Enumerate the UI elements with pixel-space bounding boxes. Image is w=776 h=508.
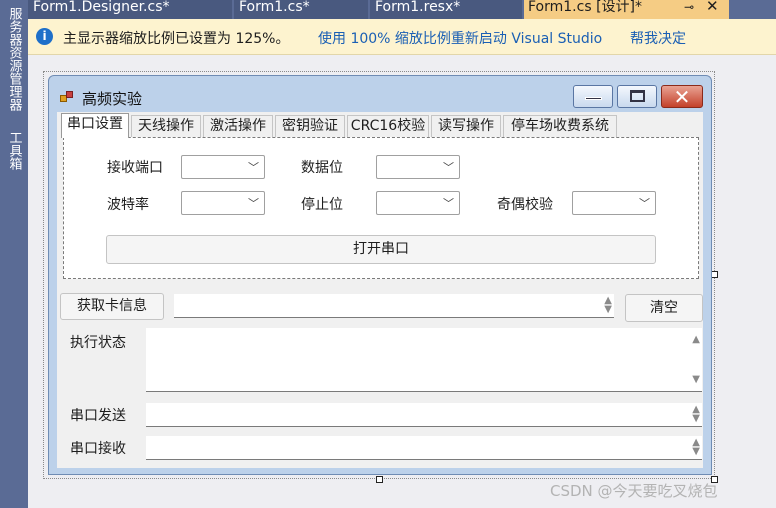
chevron-down-icon: ﹀ — [248, 161, 259, 174]
status-label: 执行状态 — [70, 335, 126, 351]
tab-key-verify[interactable]: 密钥验证 — [275, 115, 345, 137]
send-label: 串口发送 — [70, 408, 126, 424]
restart-at-100-link[interactable]: 使用 100% 缩放比例重新启动 Visual Studio — [318, 28, 602, 48]
tab-activation[interactable]: 激活操作 — [203, 115, 273, 137]
tab-parking[interactable]: 停车场收费系统 — [503, 115, 617, 137]
info-message: 主显示器缩放比例已设置为 125%。 — [63, 31, 290, 47]
chevron-down-icon: ﹀ — [443, 161, 454, 174]
scroll-down-icon[interactable]: ▼ — [692, 374, 700, 385]
tab-serial-settings[interactable]: 串口设置 — [61, 113, 129, 138]
close-icon[interactable]: ✕ — [706, 0, 719, 14]
spin-down-icon[interactable]: ▼ — [692, 413, 700, 424]
server-explorer-tab[interactable]: 服务器资源管理器 — [0, 0, 28, 118]
resize-handle-right[interactable] — [711, 271, 718, 278]
status-textarea[interactable]: ▲ ▼ — [146, 328, 702, 392]
spin-down-icon[interactable]: ▼ — [604, 304, 612, 315]
maximize-icon — [630, 90, 645, 102]
chevron-down-icon: ﹀ — [443, 197, 454, 210]
document-tab-bar: Form1.Designer.cs* Form1.cs* Form1.resx*… — [28, 0, 776, 19]
tab-antenna[interactable]: 天线操作 — [131, 115, 201, 137]
data-bits-select[interactable]: ﹀ — [376, 155, 460, 179]
tab-form1-designer-cs[interactable]: Form1.Designer.cs* — [28, 0, 232, 19]
form-title-bar: 高频实验 ✕ — [49, 76, 711, 111]
pin-icon[interactable]: ⊸ — [684, 0, 694, 14]
watermark: CSDN @今天要吃叉烧包 — [550, 482, 718, 500]
clear-button[interactable]: 清空 — [625, 294, 703, 322]
app-icon — [60, 91, 74, 103]
data-bits-label: 数据位 — [301, 160, 343, 176]
tab-form1-resx[interactable]: Form1.resx* — [370, 0, 522, 19]
get-card-info-button[interactable]: 获取卡信息 — [60, 293, 164, 320]
tab-form1-design[interactable]: Form1.cs [设计]* ⊸ ✕ — [524, 0, 729, 19]
baud-rate-select[interactable]: ﹀ — [181, 191, 265, 215]
info-icon: i — [36, 28, 53, 45]
form-window: 高频实验 ✕ 串口设置 天线操作 激活操作 密钥验证 CRC16校验 读写操作 … — [48, 75, 712, 475]
receive-field[interactable]: ▲ ▼ — [146, 436, 702, 460]
tab-crc16[interactable]: CRC16校验 — [347, 115, 429, 137]
serial-settings-page: 接收端口 ﹀ 数据位 ﹀ 波特率 ﹀ 停止位 ﹀ 奇偶校验 ﹀ 打开串口 — [63, 137, 699, 279]
send-field[interactable]: ▲ ▼ — [146, 403, 702, 427]
receive-label: 串口接收 — [70, 441, 126, 457]
help-me-decide-link[interactable]: 帮我决定 — [630, 28, 686, 48]
chevron-down-icon: ﹀ — [639, 197, 650, 210]
baud-rate-label: 波特率 — [107, 197, 149, 213]
form-client-area: 串口设置 天线操作 激活操作 密钥验证 CRC16校验 读写操作 停车场收费系统… — [57, 112, 703, 468]
left-tool-strip: 服务器资源管理器 工具箱 — [0, 0, 28, 508]
receive-port-select[interactable]: ﹀ — [181, 155, 265, 179]
close-button[interactable]: ✕ — [661, 85, 703, 109]
parity-label: 奇偶校验 — [497, 197, 553, 213]
stop-bits-select[interactable]: ﹀ — [376, 191, 460, 215]
tab-form1-cs[interactable]: Form1.cs* — [234, 0, 368, 19]
card-info-field[interactable]: ▲ ▼ — [174, 294, 614, 318]
toolbox-tab[interactable]: 工具箱 — [0, 122, 28, 178]
scroll-up-icon[interactable]: ▲ — [692, 334, 700, 345]
stop-bits-label: 停止位 — [301, 197, 343, 213]
maximize-button[interactable] — [617, 85, 657, 108]
minimize-icon — [585, 97, 602, 100]
tab-read-write[interactable]: 读写操作 — [431, 115, 501, 137]
spin-down-icon[interactable]: ▼ — [692, 446, 700, 457]
parity-select[interactable]: ﹀ — [572, 191, 656, 215]
receive-port-label: 接收端口 — [107, 160, 163, 176]
open-port-button[interactable]: 打开串口 — [106, 235, 656, 264]
tab-title: Form1.cs [设计]* — [528, 0, 642, 15]
chevron-down-icon: ﹀ — [248, 197, 259, 210]
close-icon: ✕ — [673, 85, 691, 109]
minimize-button[interactable] — [573, 85, 613, 108]
form-title: 高频实验 — [82, 90, 143, 108]
info-bar: i 主显示器缩放比例已设置为 125%。 使用 100% 缩放比例重新启动 Vi… — [28, 19, 776, 55]
resize-handle-bottom[interactable] — [376, 476, 383, 483]
